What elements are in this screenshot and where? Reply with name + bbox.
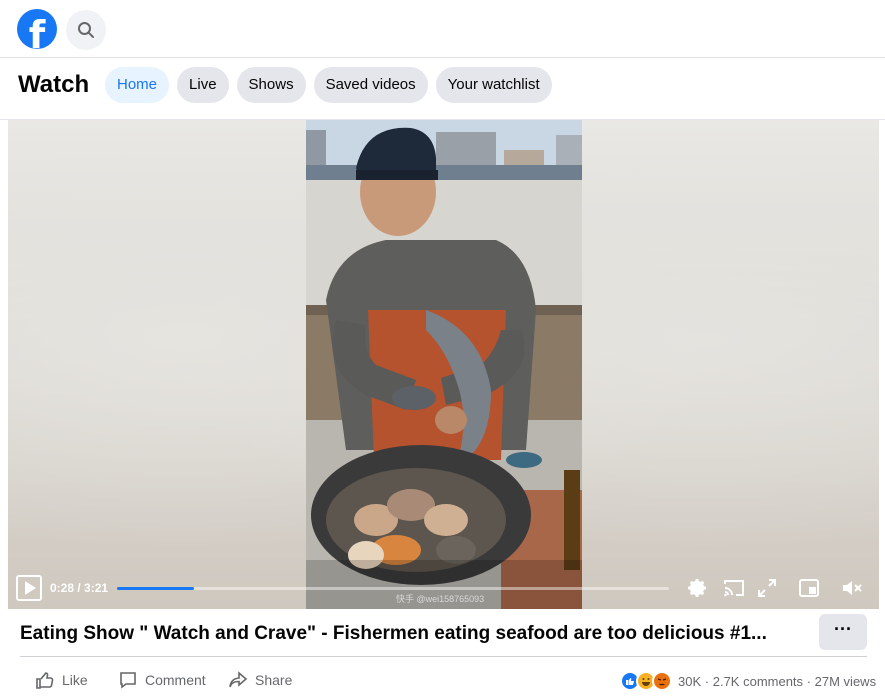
- tab-live[interactable]: Live: [177, 67, 229, 103]
- settings-gear-icon[interactable]: [685, 576, 709, 600]
- like-label: Like: [62, 672, 88, 688]
- comments-count[interactable]: 2.7K comments: [713, 674, 803, 689]
- fullscreen-icon[interactable]: [755, 576, 779, 600]
- views-count: 27M views: [814, 674, 877, 689]
- video-player[interactable]: 快手 @wei158765093 0:28 / 3:21: [8, 120, 879, 609]
- progress-bar[interactable]: [117, 587, 669, 590]
- tab-your-watchlist[interactable]: Your watchlist: [435, 67, 552, 103]
- like-thumb-icon: [36, 672, 54, 689]
- facebook-logo[interactable]: f: [17, 9, 57, 55]
- search-icon: [78, 22, 94, 38]
- progress-bar-fill: [117, 587, 194, 590]
- comment-label: Comment: [145, 672, 206, 688]
- tab-shows[interactable]: Shows: [236, 67, 306, 103]
- share-arrow-icon: [229, 671, 248, 688]
- picture-in-picture-icon[interactable]: [797, 576, 821, 600]
- more-options-icon: ···: [834, 619, 852, 639]
- post-stats: 30K · 2.7K comments · 27M views: [678, 674, 876, 689]
- video-title[interactable]: Eating Show " Watch and Crave" - Fisherm…: [20, 623, 767, 645]
- share-label: Share: [255, 672, 293, 688]
- watch-tabs: Home Live Shows Saved videos Your watchl…: [105, 67, 552, 103]
- share-button[interactable]: Share: [228, 670, 292, 690]
- facebook-logo-letter: f: [28, 13, 46, 57]
- tab-home[interactable]: Home: [105, 67, 170, 103]
- top-navigation-bar: f: [0, 0, 885, 58]
- more-options-button[interactable]: ···: [819, 614, 867, 650]
- video-controls: 0:28 / 3:21: [8, 570, 879, 609]
- tab-saved-videos[interactable]: Saved videos: [313, 67, 428, 103]
- page-title: Watch: [18, 71, 90, 98]
- post-title-row: Eating Show " Watch and Crave" - Fisherm…: [0, 609, 885, 657]
- reactions-count[interactable]: 30K: [678, 674, 701, 689]
- divider: [20, 656, 867, 657]
- video-time: 0:28 / 3:21: [50, 581, 109, 595]
- play-button[interactable]: [16, 575, 42, 601]
- watch-header: Watch Home Live Shows Saved videos Your …: [0, 58, 885, 120]
- mute-icon[interactable]: [840, 576, 864, 600]
- stats-separator: ·: [704, 674, 710, 689]
- angry-reaction-icon: [652, 671, 672, 691]
- post-actions-row: Like Comment Share 30K · 2.7K comments ·…: [0, 664, 885, 696]
- cast-icon[interactable]: [722, 576, 746, 600]
- reaction-icons[interactable]: [620, 671, 672, 691]
- stats-separator: ·: [806, 674, 812, 689]
- comment-button[interactable]: Comment: [118, 670, 206, 690]
- video-frame[interactable]: [306, 120, 582, 609]
- video-frame-image: [306, 120, 582, 609]
- like-button[interactable]: Like: [35, 670, 88, 690]
- comment-bubble-icon: [120, 672, 136, 689]
- search-button[interactable]: [66, 10, 106, 50]
